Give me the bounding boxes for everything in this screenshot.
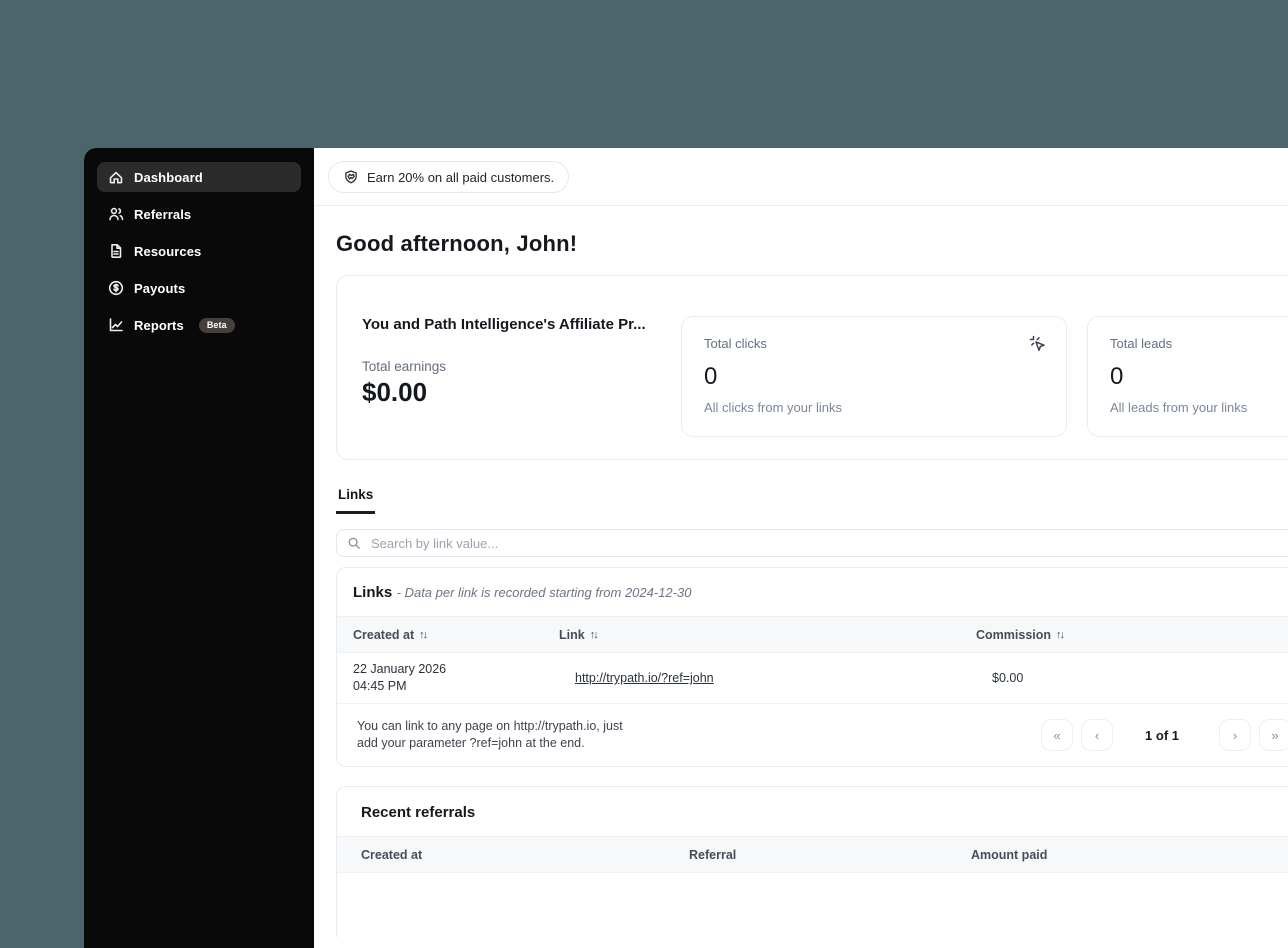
sort-icon: ↑↓: [589, 628, 599, 641]
column-link[interactable]: Link ↑↓: [559, 628, 976, 642]
cell-created-at: 22 January 2026 04:45 PM: [353, 661, 447, 694]
total-leads-value: 0: [1110, 363, 1124, 390]
links-card: Links - Data per link is recorded starti…: [336, 567, 1288, 767]
chart-icon: [109, 318, 123, 332]
users-icon: [109, 207, 124, 221]
total-leads-label: Total leads: [1110, 336, 1173, 351]
column-referral: Referral: [689, 847, 737, 862]
next-page-button[interactable]: ›: [1219, 719, 1251, 751]
links-card-header: Links - Data per link is recorded starti…: [337, 568, 1288, 616]
sidebar: Dashboard Referrals Resources Payouts Re…: [84, 148, 314, 948]
content: Good afternoon, John! You and Path Intel…: [314, 206, 1288, 937]
sort-icon: ↑↓: [419, 628, 428, 641]
sidebar-item-label: Payouts: [134, 280, 186, 296]
link-usage-note: You can link to any page on http://trypa…: [357, 719, 623, 750]
total-clicks-card: Total clicks 0 All clicks from your link…: [681, 316, 1067, 437]
referrals-table-header: Created at Referral Amount paid: [337, 836, 1288, 873]
prev-page-button[interactable]: ‹: [1081, 719, 1114, 751]
app-window: Dashboard Referrals Resources Payouts Re…: [84, 148, 1288, 948]
links-card-footer: You can link to any page on http://trypa…: [337, 704, 1288, 766]
home-icon: [109, 171, 123, 184]
earn-banner[interactable]: Earn 20% on all paid customers.: [328, 161, 570, 193]
total-earnings-value: $0.00: [362, 377, 428, 407]
recent-referrals-title: Recent referrals: [361, 804, 476, 821]
links-table-header: Created at ↑↓ Link ↑↓ Commission ↑↓: [337, 616, 1288, 653]
earn-banner-text: Earn 20% on all paid customers.: [367, 169, 555, 185]
sort-icon: ↑↓: [1056, 628, 1065, 641]
total-clicks-label: Total clicks: [704, 336, 767, 351]
search-input[interactable]: [369, 534, 1288, 552]
links-card-subtitle: - Data per link is recorded starting fro…: [396, 585, 692, 600]
sidebar-item-resources[interactable]: Resources: [97, 236, 301, 266]
earnings-column: You and Path Intelligence's Affiliate Pr…: [362, 316, 657, 435]
first-page-button[interactable]: «: [1041, 719, 1074, 751]
sidebar-item-referrals[interactable]: Referrals: [97, 199, 301, 229]
search-box: [336, 529, 1288, 557]
column-created-at[interactable]: Created at ↑↓: [337, 628, 559, 642]
topbar: Earn 20% on all paid customers.: [314, 148, 1288, 206]
total-leads-caption: All leads from your links: [1110, 400, 1248, 415]
program-title: You and Path Intelligence's Affiliate Pr…: [362, 316, 646, 333]
page-title: Good afternoon, John!: [336, 231, 578, 256]
dollar-icon: [108, 280, 124, 296]
total-earnings-label: Total earnings: [362, 359, 447, 374]
table-row: 22 January 2026 04:45 PM http://trypath.…: [337, 653, 1288, 704]
sidebar-item-label: Referrals: [134, 206, 192, 222]
beta-badge: Beta: [198, 317, 235, 333]
total-leads-card: Total leads 0 All leads from your links: [1087, 316, 1288, 437]
summary-card: You and Path Intelligence's Affiliate Pr…: [336, 275, 1288, 460]
tab-links[interactable]: Links: [336, 487, 376, 514]
handshake-icon: [345, 170, 357, 184]
last-page-button[interactable]: »: [1259, 719, 1288, 751]
referral-link[interactable]: http://trypath.io/?ref=john: [575, 671, 714, 685]
total-clicks-caption: All clicks from your links: [704, 400, 842, 415]
column-amount-paid: Amount paid: [971, 847, 1048, 862]
cell-commission: $0.00: [992, 671, 1024, 685]
cell-link: http://trypath.io/?ref=john: [575, 671, 992, 685]
search-icon: [348, 537, 360, 549]
sidebar-item-label: Reports: [134, 317, 184, 333]
total-clicks-value: 0: [704, 363, 718, 390]
sidebar-item-label: Resources: [134, 243, 202, 259]
sidebar-item-payouts[interactable]: Payouts: [97, 273, 301, 303]
cursor-click-icon: [1028, 334, 1046, 357]
column-created-at: Created at: [361, 847, 423, 862]
pagination: « ‹ 1 of 1 › »: [1041, 719, 1288, 751]
links-card-title: Links: [353, 584, 393, 601]
document-icon: [111, 244, 122, 258]
sidebar-item-reports[interactable]: Reports Beta: [97, 310, 301, 340]
page-indicator: 1 of 1: [1145, 727, 1179, 743]
main-area: Earn 20% on all paid customers. Good aft…: [314, 148, 1288, 948]
tab-bar: Links: [336, 486, 1288, 514]
column-commission[interactable]: Commission ↑↓: [976, 628, 1288, 642]
sidebar-item-label: Dashboard: [134, 169, 203, 185]
sidebar-item-dashboard[interactable]: Dashboard: [97, 162, 301, 192]
recent-referrals-card: Recent referrals Created at Referral Amo…: [336, 786, 1288, 937]
